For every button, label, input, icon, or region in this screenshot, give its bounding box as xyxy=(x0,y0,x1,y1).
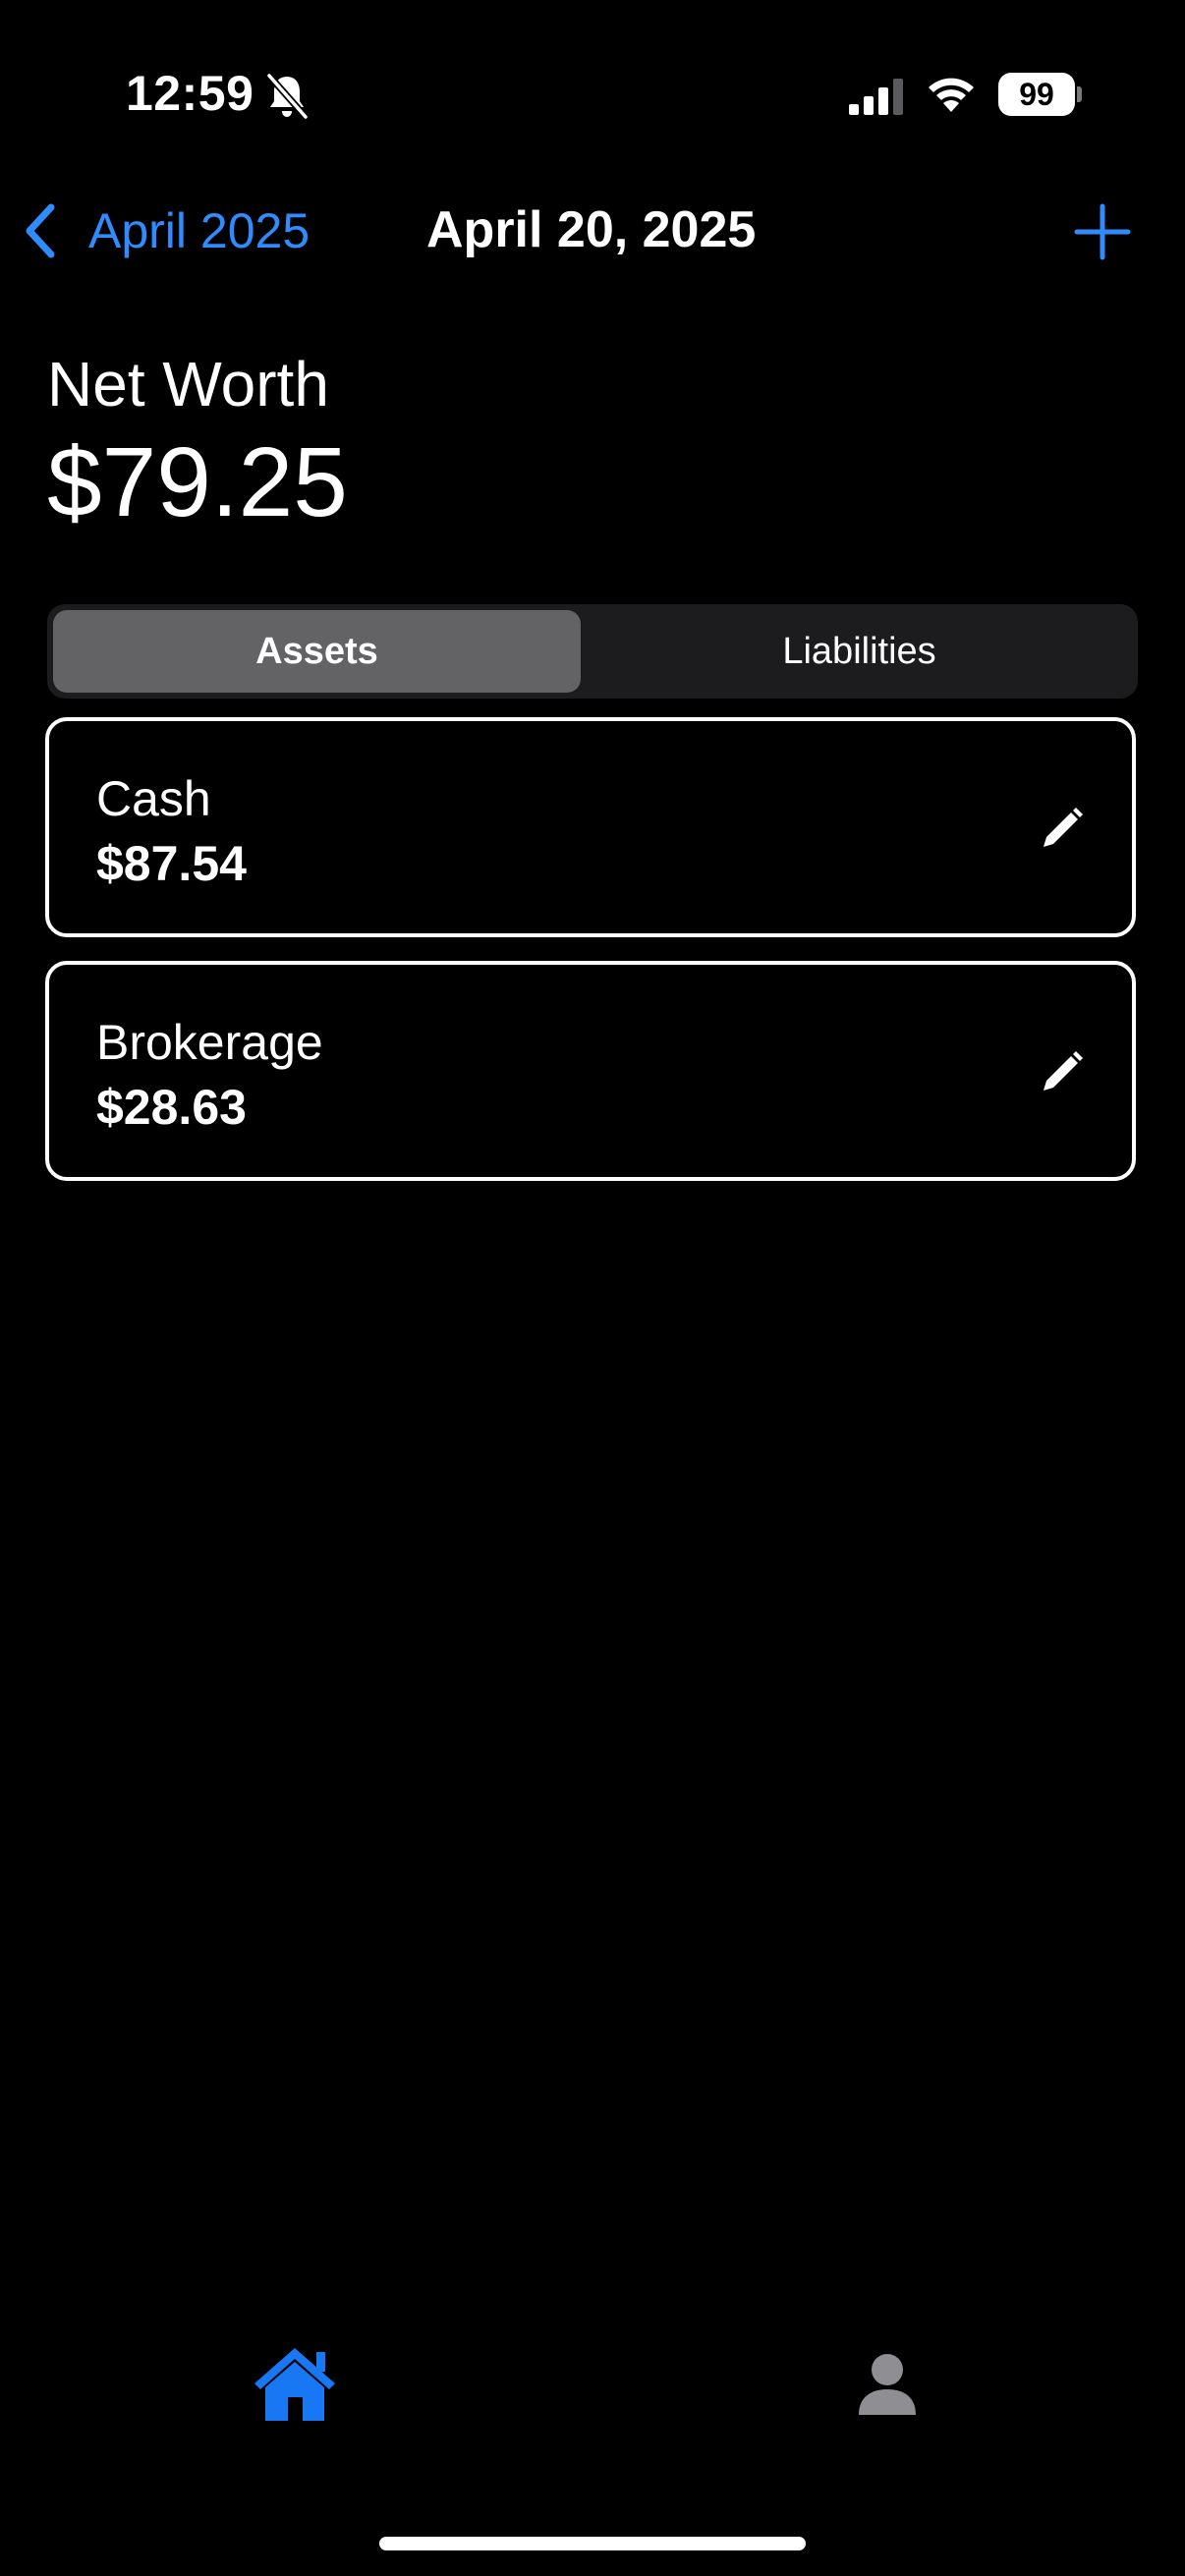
status-bar: 12:59 99 xyxy=(0,0,1185,187)
pencil-icon[interactable] xyxy=(1038,806,1085,853)
cellular-signal-icon xyxy=(849,79,903,115)
account-value: $87.54 xyxy=(96,836,247,891)
pencil-icon[interactable] xyxy=(1038,1049,1085,1096)
plus-icon[interactable] xyxy=(1071,200,1134,263)
battery-icon: 99 xyxy=(998,73,1082,116)
person-icon[interactable] xyxy=(857,2352,918,2417)
page-title: April 20, 2025 xyxy=(426,201,757,258)
account-card-brokerage[interactable]: Brokerage $28.63 xyxy=(45,961,1136,1181)
wifi-icon xyxy=(929,78,974,112)
net-worth-value: $79.25 xyxy=(47,427,348,537)
back-button[interactable]: April 2025 xyxy=(22,196,310,265)
account-card-cash[interactable]: Cash $87.54 xyxy=(45,717,1136,937)
segment-assets[interactable]: Assets xyxy=(53,610,581,693)
battery-cap xyxy=(1077,86,1082,102)
battery-level: 99 xyxy=(998,73,1075,116)
back-label: April 2025 xyxy=(88,203,310,258)
account-name: Cash xyxy=(96,771,211,826)
assets-liabilities-segmented-control: Assets Liabilities xyxy=(47,604,1138,699)
home-indicator[interactable] xyxy=(379,2537,806,2550)
account-name: Brokerage xyxy=(96,1015,323,1070)
status-time: 12:59 xyxy=(126,66,254,121)
segment-liabilities[interactable]: Liabilities xyxy=(587,610,1132,693)
chevron-left-icon xyxy=(26,203,55,258)
bell-slash-icon xyxy=(266,73,309,120)
house-icon[interactable] xyxy=(252,2344,338,2423)
net-worth-label: Net Worth xyxy=(47,349,329,420)
account-value: $28.63 xyxy=(96,1080,247,1135)
